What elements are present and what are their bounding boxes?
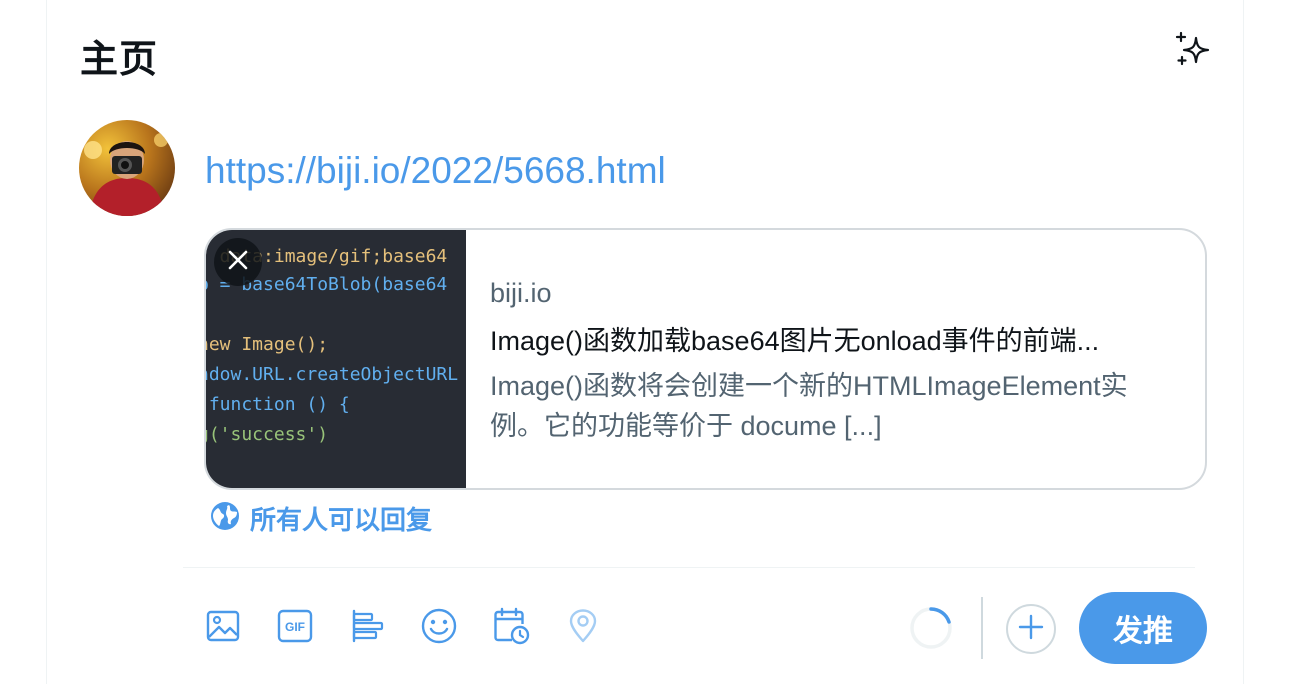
emoji-button[interactable] [415, 604, 463, 652]
page-title: 主页 [80, 39, 159, 81]
top-tweets-button[interactable] [1168, 28, 1216, 76]
card-domain: biji.io [490, 278, 552, 308]
sparkle-icon [1172, 30, 1212, 75]
reply-setting-button[interactable]: 所有人可以回复 [210, 500, 432, 536]
code-line: new Image(); [206, 334, 329, 355]
media-icon [205, 608, 241, 649]
svg-text:GIF: GIF [285, 620, 305, 634]
media-button[interactable] [199, 604, 247, 652]
link-preview-card[interactable]: data:image/gif;base64 b = base64ToBlob(b… [204, 228, 1207, 490]
schedule-icon [492, 607, 530, 650]
plus-icon [1018, 614, 1044, 645]
toolbar-divider [981, 597, 983, 659]
code-line: ndow.URL.createObjectURL [206, 364, 459, 385]
code-line: g('success') [206, 424, 329, 445]
card-body: biji.io Image()函数加载base64图片无onload事件的前端.… [490, 278, 1180, 446]
char-count-ring [909, 606, 953, 650]
poll-button[interactable] [343, 604, 391, 652]
code-line: function () { [206, 394, 350, 415]
card-description: Image()函数将会创建一个新的HTMLImageElement实例。它的功能… [490, 371, 1128, 441]
reply-setting-label: 所有人可以回复 [250, 504, 433, 535]
location-button[interactable] [559, 604, 607, 652]
close-icon [227, 249, 249, 276]
location-icon [565, 608, 601, 649]
gif-icon: GIF [277, 608, 313, 649]
user-avatar[interactable] [79, 120, 175, 216]
card-title: Image()函数加载base64图片无onload事件的前端... [490, 326, 1100, 356]
tweet-text[interactable]: https://biji.io/2022/5668.html [205, 150, 666, 192]
emoji-icon [420, 607, 458, 650]
divider [183, 567, 1195, 568]
schedule-button[interactable] [487, 604, 535, 652]
gif-button[interactable]: GIF [271, 604, 319, 652]
poll-icon [349, 608, 385, 649]
globe-icon [210, 501, 240, 536]
add-tweet-button[interactable] [1006, 604, 1056, 654]
remove-card-button[interactable] [214, 238, 262, 286]
tweet-button[interactable]: 发推 [1079, 592, 1207, 664]
